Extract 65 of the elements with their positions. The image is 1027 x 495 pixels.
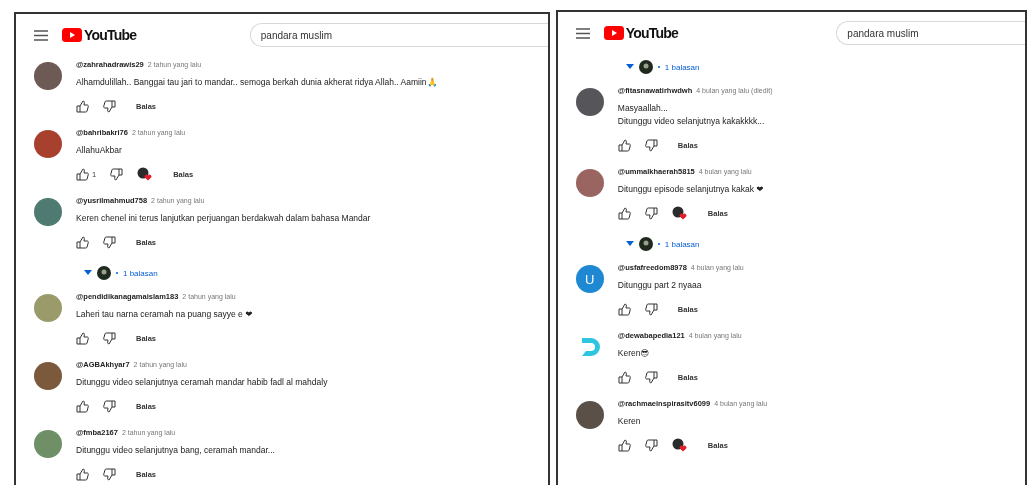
creator-avatar-icon: [638, 237, 653, 251]
comment-text: Ditunggu video selanjutnya kakakkkk...: [617, 115, 766, 128]
avatar-photo[interactable]: [575, 88, 604, 116]
replies-link[interactable]: 1 balasan: [664, 60, 700, 74]
play-icon: [62, 28, 82, 42]
comment-text: Alhamdulillah.. Banggai tau jari to mandar.. semoga berkah dunia akherat ridya Allah.. Aamiin🙏: [76, 76, 438, 89]
thumbs-down-icon[interactable]: [644, 138, 658, 152]
thumbs-down-icon[interactable]: [644, 370, 658, 384]
thumbs-down-icon[interactable]: [644, 302, 658, 316]
avatar-photo[interactable]: [575, 169, 604, 197]
replies-link[interactable]: 1 balasan: [123, 266, 158, 280]
avatar-photo[interactable]: [34, 62, 62, 90]
menu-icon[interactable]: [34, 29, 48, 41]
creator-avatar-icon: [638, 60, 653, 74]
comment-text: Ditunggu part 2 nyaaa: [617, 279, 703, 292]
thumbs-up-icon[interactable]: [76, 99, 89, 113]
play-icon: [603, 26, 624, 40]
thumbs-up-icon[interactable]: [76, 331, 89, 345]
thumbs-down-icon[interactable]: [103, 99, 116, 113]
thumbs-up-icon[interactable]: [76, 467, 89, 481]
youtube-logo[interactable]: YouTube: [62, 27, 137, 43]
comment-text: Keren😎: [617, 347, 651, 360]
thumbs-up-icon[interactable]: [617, 438, 631, 452]
thumbs-down-icon[interactable]: [110, 167, 124, 181]
thumbs-up-icon[interactable]: [617, 138, 631, 152]
comment-text: Ditunggu episode selanjutnya kakak ❤: [617, 183, 764, 196]
comment-text: Masyaallah...: [617, 102, 669, 115]
avatar-photo[interactable]: [34, 198, 62, 226]
thumbs-up-icon[interactable]: [617, 302, 631, 316]
caret-down-icon[interactable]: [84, 270, 92, 276]
thumbs-down-icon[interactable]: [103, 331, 116, 345]
thumbs-up-icon[interactable]: [76, 235, 89, 249]
avatar-photo[interactable]: [34, 362, 62, 390]
comment-text: Keren: [617, 415, 642, 428]
search-field[interactable]: pandara muslim: [836, 21, 1025, 45]
thumbs-down-icon[interactable]: [103, 235, 116, 249]
caret-down-icon[interactable]: [625, 241, 634, 247]
comment-text: Keren chenel ini terus lanjutkan perjuangan berdakwah dalam bahasa Mandar: [76, 212, 371, 225]
comment-text: Ditunggu video selanjutnya ceramah mandar habib fadl al mahdaly: [76, 376, 328, 389]
avatar-photo[interactable]: [575, 401, 604, 429]
thumbs-up-icon[interactable]: [617, 370, 631, 384]
thumbs-down-icon[interactable]: [103, 399, 116, 413]
replies-link[interactable]: 1 balasan: [664, 237, 700, 251]
avatar[interactable]: U: [575, 265, 604, 293]
creator-heart-icon[interactable]: [137, 167, 154, 181]
logo-text: YouTube: [625, 25, 679, 41]
logo-text: YouTube: [84, 27, 137, 43]
creator-avatar-icon: [97, 266, 111, 280]
comment-text: Laheri tau narna ceramah na puang sayye e ❤: [76, 308, 253, 321]
thumbs-up-icon[interactable]: [76, 399, 89, 413]
caret-down-icon[interactable]: [625, 64, 634, 70]
avatar-photo[interactable]: [34, 430, 62, 458]
search-field[interactable]: pandara muslim: [249, 23, 548, 47]
thumbs-up-icon[interactable]: [76, 167, 89, 181]
thumbs-down-icon[interactable]: [103, 467, 116, 481]
comment-text: Ditunggu video selanjutnya bang, ceramah mandar...: [76, 444, 275, 457]
thumbs-up-icon[interactable]: [617, 206, 631, 220]
menu-icon[interactable]: [575, 27, 590, 39]
youtube-logo[interactable]: YouTube: [603, 25, 679, 41]
comment-text: AllahuAkbar: [76, 144, 123, 157]
thumbs-down-icon[interactable]: [644, 206, 658, 220]
avatar-photo[interactable]: [34, 130, 62, 158]
thumbs-down-icon[interactable]: [644, 438, 658, 452]
creator-heart-icon[interactable]: [671, 206, 688, 220]
creator-heart-icon[interactable]: [671, 438, 688, 452]
